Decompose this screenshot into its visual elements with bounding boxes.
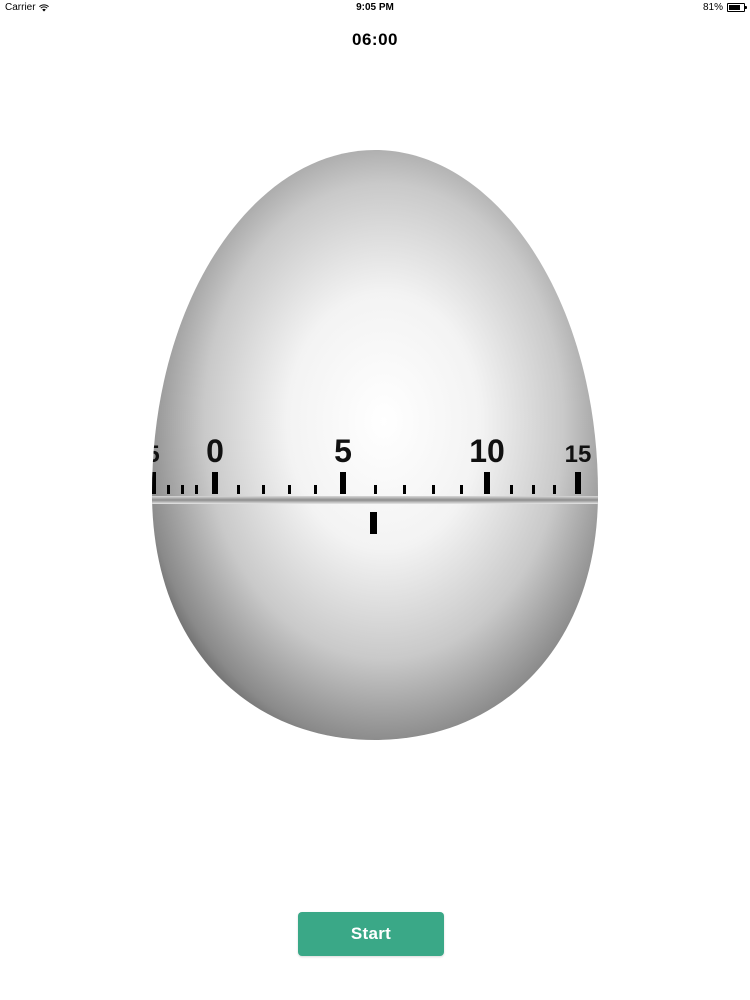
dial-minor-tick xyxy=(288,485,291,494)
dial-pointer xyxy=(370,512,377,534)
battery-icon xyxy=(727,3,747,12)
egg-timer-dial[interactable]: 5 0 5 10 15 xyxy=(150,148,600,743)
dial-minor-tick xyxy=(532,485,535,494)
dial-minor-tick xyxy=(432,485,435,494)
dial-minor-tick xyxy=(460,485,463,494)
dial-major-tick xyxy=(212,472,218,494)
timer-display: 06:00 xyxy=(352,30,398,49)
dial-major-tick xyxy=(152,472,156,494)
dial-minor-tick xyxy=(403,485,406,494)
dial-label: 5 xyxy=(150,441,160,468)
dial-minor-tick xyxy=(314,485,317,494)
dial-label: 5 xyxy=(334,433,352,469)
battery-percent: 81% xyxy=(702,2,723,13)
status-bar: Carrier 9:05 PM 81% xyxy=(0,0,750,18)
start-button[interactable]: Start xyxy=(298,912,444,956)
status-right: 81% xyxy=(702,2,747,13)
dial-minor-tick xyxy=(262,485,265,494)
battery-level xyxy=(729,5,741,10)
dial-major-tick xyxy=(575,472,581,494)
status-time: 9:05 PM xyxy=(356,2,394,13)
dial-label: 10 xyxy=(469,433,505,469)
dial-major-tick xyxy=(340,472,346,494)
dial-minor-tick xyxy=(181,485,184,494)
dial-minor-tick xyxy=(374,485,377,494)
egg-timer-svg[interactable]: 5 0 5 10 15 xyxy=(150,148,600,743)
dial-minor-tick xyxy=(510,485,513,494)
egg-seam xyxy=(152,496,598,504)
dial-label: 0 xyxy=(206,433,224,469)
dial-minor-tick xyxy=(195,485,198,494)
dial-label: 15 xyxy=(565,441,592,468)
dial-major-tick xyxy=(484,472,490,494)
dial-minor-tick xyxy=(167,485,170,494)
dial-minor-tick xyxy=(237,485,240,494)
dial-minor-tick xyxy=(553,485,556,494)
